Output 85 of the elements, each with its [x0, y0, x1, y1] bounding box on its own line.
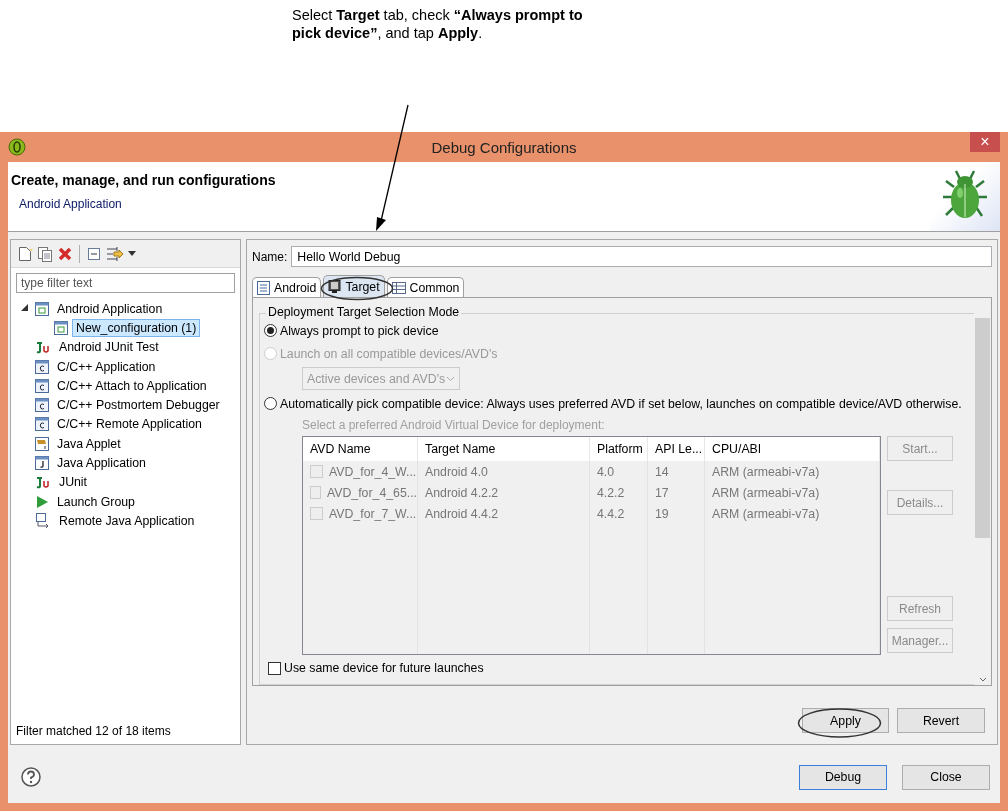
row-checkbox[interactable] — [310, 507, 323, 520]
radio-button[interactable] — [264, 397, 277, 410]
c-file-icon — [35, 359, 49, 374]
avd-hint: Select a preferred Android Virtual Device for deployment: — [302, 418, 606, 432]
tree-item[interactable]: Android Application — [53, 299, 167, 318]
header-title: Create, manage, and run configurations — [11, 172, 276, 188]
table-cell: ARM (armeabi-v7a) — [712, 506, 820, 521]
instruction-text: Select Target tab, check “Always prompt to pick device”, and tap Apply. — [292, 6, 584, 42]
chevron-down-icon — [446, 375, 455, 382]
revert-button[interactable]: Revert — [897, 708, 985, 733]
c-file-icon — [35, 378, 49, 393]
tree-item[interactable]: C/C++ Attach to Application — [53, 376, 211, 395]
tree-item[interactable]: Android JUnit Test — [55, 338, 163, 357]
checkbox[interactable] — [268, 661, 281, 675]
tree-item[interactable]: Remote Java Application — [55, 511, 199, 530]
table-cell: 19 — [655, 506, 669, 521]
tab[interactable]: Android — [252, 277, 322, 297]
column-header[interactable]: CPU/ABI — [705, 437, 880, 461]
table-cell: Android 4.4.2 — [425, 506, 499, 521]
table-cell: AVD_for_4_W... — [329, 464, 417, 479]
c-file-icon — [35, 417, 49, 432]
tree-item[interactable]: C/C++ Postmortem Debugger — [53, 396, 224, 415]
window-title: Debug Configurations — [430, 138, 578, 156]
column-header[interactable]: Target Name — [418, 437, 590, 461]
table-cell: ARM (armeabi-v7a) — [712, 464, 820, 479]
name-field[interactable]: Hello World Debug — [291, 246, 992, 267]
copy-icon[interactable] — [37, 245, 53, 262]
delete-icon[interactable] — [57, 245, 73, 262]
dialog-button[interactable]: Debug — [799, 764, 887, 790]
window-icon — [54, 320, 68, 335]
window-icon — [35, 301, 49, 316]
radio-label: Launch on all compatible devices/AVD's — [280, 346, 498, 361]
row-checkbox[interactable] — [310, 486, 321, 499]
tree-item[interactable]: New_configuration (1) — [72, 318, 201, 337]
tab[interactable]: Target — [323, 275, 385, 297]
expand-arrow-icon[interactable] — [21, 304, 28, 312]
filter-field[interactable]: type filter text — [16, 273, 235, 293]
collapse-icon[interactable] — [86, 245, 102, 262]
header-subtitle: Android Application — [18, 197, 123, 211]
help-icon[interactable] — [21, 767, 41, 787]
c-file-icon — [35, 398, 49, 413]
tree-item[interactable]: Launch Group — [53, 492, 139, 511]
dialog-button[interactable]: Close — [902, 764, 990, 790]
close-button[interactable]: × — [970, 132, 1000, 152]
table-cell: 14 — [655, 464, 669, 479]
name-label: Name: — [252, 249, 288, 264]
junit-icon — [35, 475, 51, 490]
table-cell: AVD_for_7_W... — [329, 506, 417, 521]
app-icon — [8, 138, 26, 156]
java-file-icon — [35, 456, 49, 470]
table-cell: ARM (armeabi-v7a) — [712, 485, 820, 500]
applet-icon — [35, 436, 49, 451]
remote-app-icon — [35, 513, 51, 529]
table-cell: 4.2.2 — [597, 485, 625, 500]
radio-label: Automatically pick compatible device: Always uses preferred AVD if set below, launches on compatible device/AVD otherwise. — [280, 396, 962, 411]
scroll-down-icon[interactable] — [978, 677, 987, 682]
dropdown-arrow-icon[interactable] — [128, 251, 136, 256]
tab[interactable]: Common — [386, 277, 465, 297]
tree-item[interactable]: JUnit — [55, 473, 92, 492]
checkbox-label: Use same device for future launches — [284, 661, 484, 675]
apply-button[interactable]: Apply — [802, 708, 889, 733]
table-cell: 4.4.2 — [597, 506, 625, 521]
tree-item[interactable]: C/C++ Application — [53, 357, 160, 376]
play-icon — [35, 494, 49, 509]
table-cell: Android 4.0 — [425, 464, 488, 479]
table-cell: 17 — [655, 485, 669, 500]
column-header[interactable]: Platform — [590, 437, 648, 461]
radio-button[interactable] — [264, 324, 277, 337]
tree-item[interactable]: C/C++ Remote Application — [53, 415, 206, 434]
table-icon — [391, 281, 406, 294]
group-title: Deployment Target Selection Mode — [266, 305, 462, 319]
filter-status: Filter matched 12 of 18 items — [15, 724, 172, 740]
document-icon — [257, 280, 270, 295]
table-cell: Android 4.2.2 — [425, 485, 499, 500]
table-cell: AVD_for_4_65... — [327, 485, 417, 500]
junit-icon — [35, 340, 51, 355]
table-cell: 4.0 — [597, 464, 615, 479]
radio-label: Always prompt to pick device — [280, 323, 439, 338]
column-header[interactable]: API Le... — [648, 437, 705, 461]
monitor-icon — [328, 279, 342, 294]
column-header[interactable]: AVD Name — [303, 437, 418, 461]
tree-item[interactable]: Java Applet — [53, 434, 125, 453]
row-checkbox[interactable] — [310, 465, 323, 478]
new-file-icon[interactable] — [17, 245, 33, 262]
tree-item[interactable]: Java Application — [53, 454, 150, 472]
